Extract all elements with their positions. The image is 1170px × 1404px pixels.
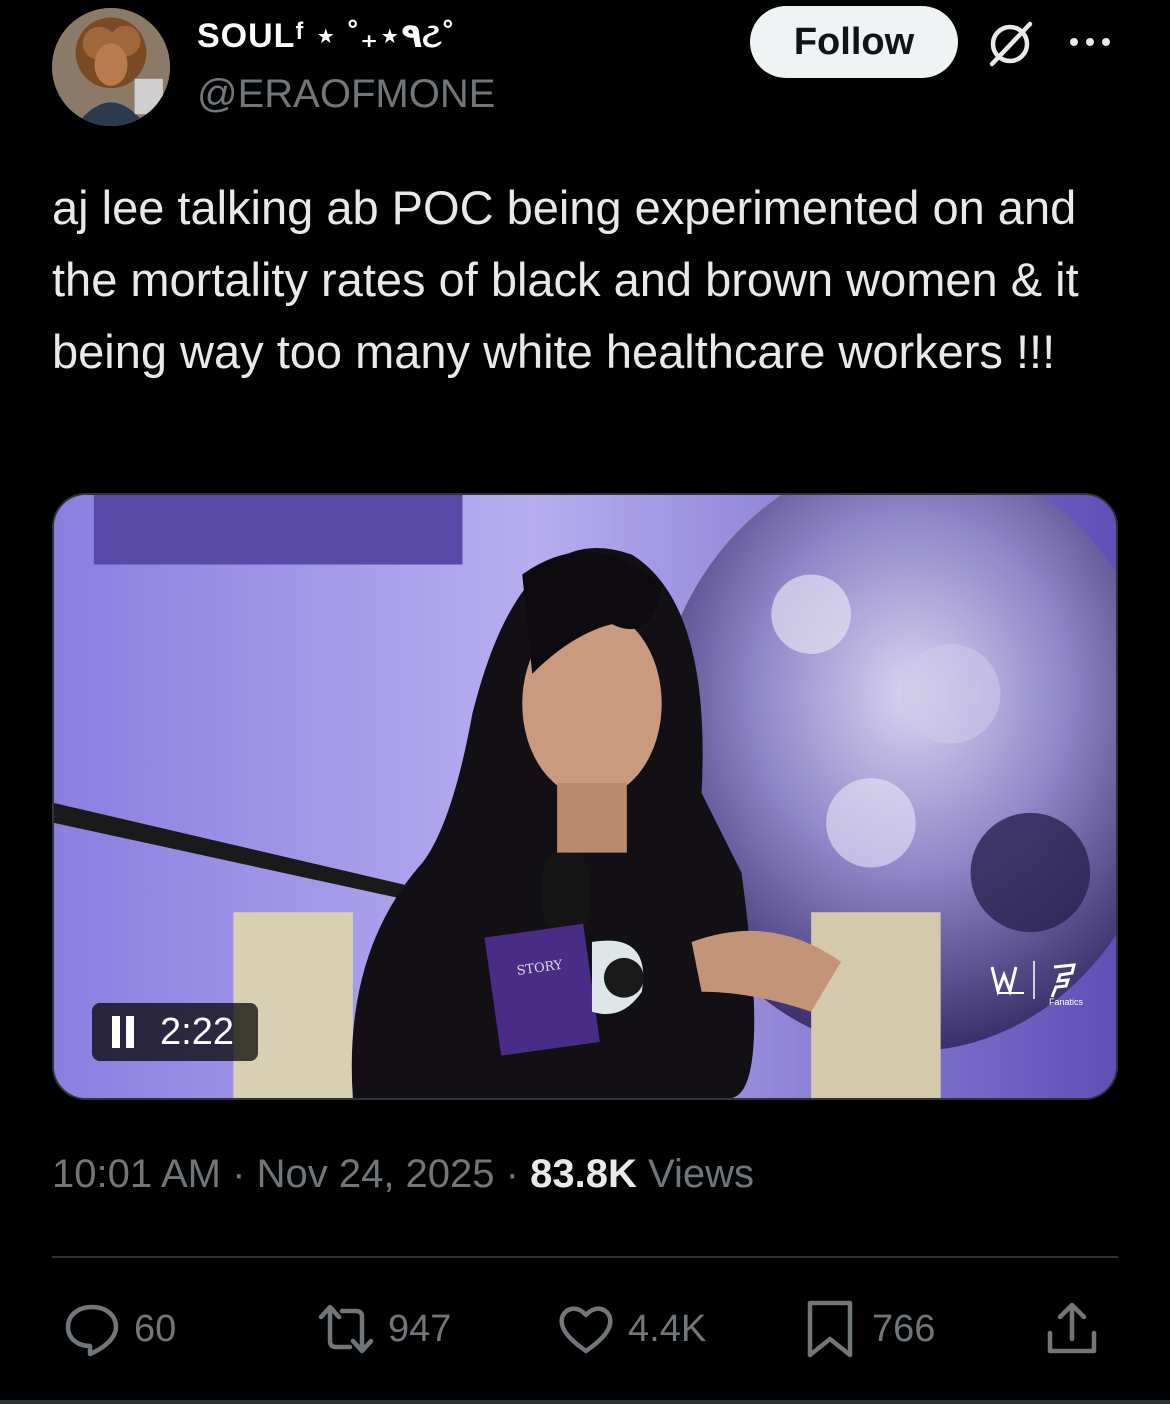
author-display-name[interactable]: SOULᶠ ⋆ ˚₊⋆٩ટ˚ <box>197 16 455 56</box>
repost-icon <box>318 1304 374 1354</box>
tweet-text: aj lee talking ab POC being experimented… <box>52 181 1079 378</box>
author-handle[interactable]: @ERAOFMONE <box>197 72 495 117</box>
divider <box>52 1256 1118 1258</box>
bookmark-count: 766 <box>872 1307 936 1350</box>
meta-separator: · <box>505 1152 519 1196</box>
share-icon <box>1047 1302 1097 1354</box>
follow-button[interactable]: Follow <box>750 6 958 78</box>
pause-icon <box>112 1016 134 1048</box>
grok-icon[interactable] <box>984 18 1036 70</box>
bookmark-icon <box>807 1300 853 1358</box>
reply-count: 60 <box>134 1307 177 1350</box>
duration-text: 2:22 <box>160 1010 234 1053</box>
avatar-image <box>52 8 170 126</box>
heart-icon <box>559 1306 613 1354</box>
like-button[interactable]: 4.4K <box>556 1294 706 1364</box>
reply-icon <box>65 1304 119 1357</box>
video-player[interactable]: STORY 2:22 Fanatics <box>52 493 1118 1100</box>
bookmark-button[interactable]: 766 <box>800 1294 935 1364</box>
wwe-fanatics-logo: Fanatics <box>990 961 1084 1007</box>
video-duration[interactable]: 2:22 <box>92 1003 258 1061</box>
views-label: Views <box>648 1152 754 1196</box>
views-count: 83.8K <box>530 1152 637 1196</box>
avatar[interactable] <box>52 8 170 126</box>
fanatics-text: Fanatics <box>1049 997 1084 1007</box>
share-button[interactable] <box>1042 1294 1114 1364</box>
tweet-date[interactable]: Nov 24, 2025 <box>257 1152 495 1196</box>
tweet: SOULᶠ ⋆ ˚₊⋆٩ટ˚ @ERAOFMONE Follow aj lee … <box>0 0 1170 1404</box>
more-icon[interactable] <box>1066 28 1114 56</box>
repost-count: 947 <box>388 1307 452 1350</box>
like-count: 4.4K <box>628 1307 707 1350</box>
tweet-time[interactable]: 10:01 AM <box>52 1152 221 1196</box>
tweet-meta: 10:01 AM · Nov 24, 2025 · 83.8K Views <box>52 1152 754 1197</box>
reply-button[interactable]: 60 <box>62 1294 176 1364</box>
meta-separator: · <box>232 1152 246 1196</box>
bottom-border <box>0 1400 1170 1404</box>
repost-button[interactable]: 947 <box>316 1294 451 1364</box>
